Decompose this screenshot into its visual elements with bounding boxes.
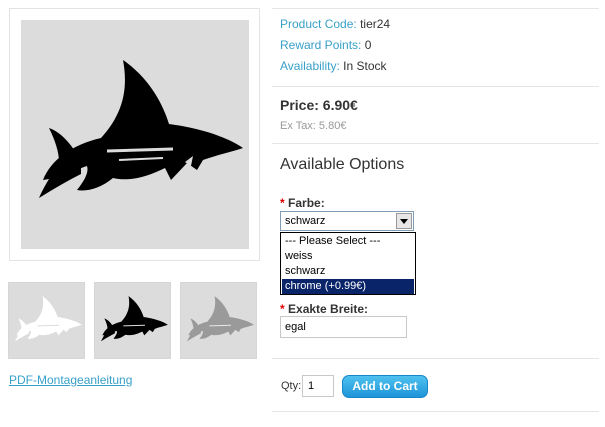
farbe-selected-value: schwarz (285, 215, 326, 227)
farbe-dropdown-list: --- Please Select --- weiss schwarz chro… (280, 232, 416, 295)
breite-label: * Exakte Breite: (280, 302, 368, 316)
shark-image (95, 283, 170, 358)
farbe-label: * Farbe: (280, 196, 325, 210)
farbe-select[interactable]: schwarz (280, 211, 414, 231)
product-code-label: Product Code: (280, 17, 357, 31)
thumbnail-white-shark[interactable] (8, 282, 85, 359)
product-code-value: tier24 (360, 17, 391, 31)
divider (272, 358, 599, 359)
availability-row: Availability: In Stock (280, 59, 387, 73)
chevron-down-icon[interactable] (396, 213, 412, 229)
breite-label-text: Exakte Breite: (288, 302, 369, 316)
qty-input[interactable] (302, 375, 334, 397)
reward-points-row: Reward Points: 0 (280, 38, 371, 52)
reward-points-label: Reward Points: (280, 38, 362, 52)
farbe-option-please-select[interactable]: --- Please Select --- (282, 234, 414, 249)
price: Price: 6.90€ (280, 97, 358, 113)
farbe-option-chrome[interactable]: chrome (+0.99€) (282, 279, 414, 294)
shark-image (181, 283, 256, 358)
thumbnail-chrome-shark[interactable] (180, 282, 257, 359)
availability-value: In Stock (343, 59, 387, 73)
thumbnail-black-shark[interactable] (94, 282, 171, 359)
reward-points-value: 0 (364, 38, 372, 52)
product-code-row: Product Code: tier24 (280, 17, 390, 31)
required-marker: * (280, 196, 285, 210)
farbe-label-text: Farbe: (288, 196, 325, 210)
farbe-option-weiss[interactable]: weiss (282, 249, 414, 264)
price-ex-tax: Ex Tax: 5.80€ (280, 120, 347, 132)
availability-label: Availability: (280, 59, 340, 73)
divider (272, 143, 599, 144)
main-image-frame (9, 8, 260, 261)
breite-input[interactable] (280, 316, 407, 338)
product-main-image[interactable] (21, 20, 249, 249)
required-marker: * (280, 302, 285, 316)
pdf-manual-link[interactable]: PDF-Montageanleitung (9, 373, 132, 387)
qty-label: Qty: (281, 380, 302, 392)
shark-image (9, 283, 84, 358)
divider (272, 411, 599, 412)
divider (272, 86, 599, 87)
farbe-option-schwarz[interactable]: schwarz (282, 264, 414, 279)
divider (272, 8, 599, 9)
shark-image (21, 20, 249, 249)
options-title: Available Options (280, 156, 405, 173)
add-to-cart-button[interactable]: Add to Cart (342, 375, 428, 398)
